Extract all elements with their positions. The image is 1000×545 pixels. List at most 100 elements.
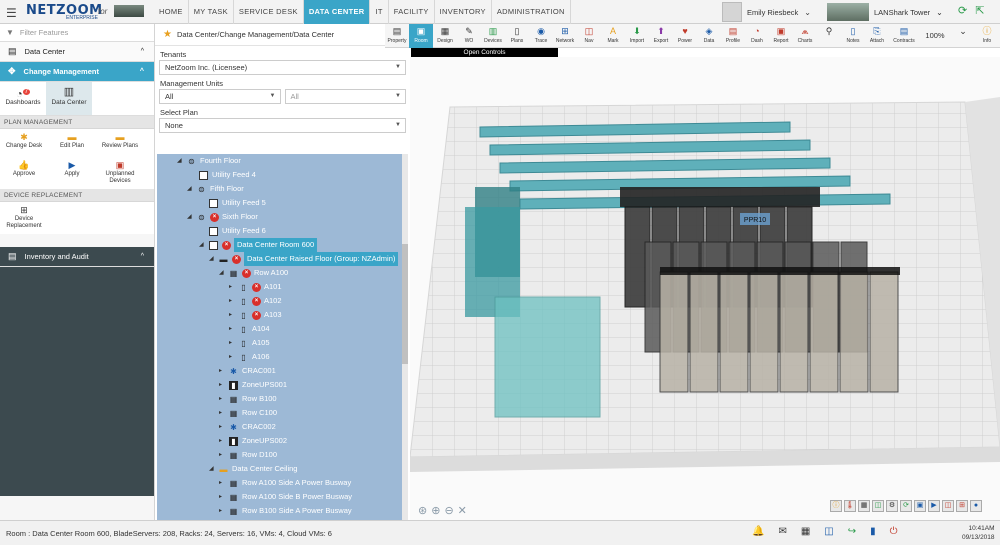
tile-data-center[interactable]: ▥ Data Center bbox=[46, 82, 92, 115]
room-3d-view[interactable]: PPR10 bbox=[410, 57, 1000, 520]
toolbar-dash[interactable]: ◔ Dash bbox=[745, 24, 769, 48]
management-unit-select-1[interactable]: All ▼ bbox=[159, 89, 281, 104]
management-unit-select-2[interactable]: All ▼ bbox=[284, 89, 406, 104]
bell-icon[interactable]: 🔔 bbox=[752, 526, 764, 537]
nav-administration[interactable]: ADMINISTRATION bbox=[492, 0, 571, 24]
expand-icon[interactable]: ▸ bbox=[219, 378, 229, 392]
toolbar-mark[interactable]: A Mark bbox=[601, 24, 625, 48]
expand-icon[interactable]: ▸ bbox=[229, 336, 239, 350]
zoom-out-icon[interactable]: ⊖ bbox=[444, 504, 453, 517]
tree-node[interactable]: ◢ ▬ × Data Center Raised Floor (Group: NZAd… bbox=[209, 252, 399, 266]
toolbar-data[interactable]: ◈ Data bbox=[697, 24, 721, 48]
toolbar-charts[interactable]: ⩕ Charts bbox=[793, 24, 817, 48]
menu-icon[interactable]: ☰ bbox=[6, 6, 17, 20]
tree-scrollbar[interactable] bbox=[402, 154, 408, 520]
nav-service-desk[interactable]: SERVICE DESK bbox=[234, 0, 304, 24]
refresh-icon[interactable]: ⟳ bbox=[958, 4, 967, 17]
save-icon[interactable]: ▣ bbox=[914, 500, 926, 512]
user-menu[interactable]: Emily Riesbeck ⌄ bbox=[722, 1, 827, 23]
expand-icon[interactable]: ▸ bbox=[219, 420, 229, 434]
tree-node[interactable]: ▸ ▦ Row A100 Side A Power Busway bbox=[219, 476, 351, 490]
unplanned-devices-button[interactable]: ▣ Unplanned Devices bbox=[96, 159, 144, 187]
quad-view-icon[interactable]: ⊞ bbox=[956, 500, 968, 512]
apply-button[interactable]: ▶ Apply bbox=[48, 159, 96, 187]
expand-icon[interactable]: ▸ bbox=[229, 322, 239, 336]
toolbar-attach[interactable]: ⎘ Attach bbox=[865, 24, 889, 48]
expand-icon[interactable]: ▸ bbox=[219, 406, 229, 420]
change-desk-button[interactable]: ✱ Change Desk bbox=[0, 131, 48, 159]
tree-node[interactable]: ▸ ▮ ZoneUPS002 bbox=[219, 434, 287, 448]
tile-dashboards[interactable]: ◔ 7 Dashboards bbox=[0, 82, 46, 115]
tree-node[interactable]: ▸ ▯ A104 bbox=[229, 322, 270, 336]
collapse-icon[interactable]: ◢ bbox=[199, 238, 209, 252]
room-3d-scene[interactable]: PPR10 bbox=[410, 57, 1000, 520]
tree-node[interactable]: ▸ ✱ CRAC001 bbox=[219, 364, 276, 378]
tree-node[interactable]: Utility Feed 4 bbox=[199, 168, 256, 182]
toolbar-property[interactable]: ▤ Property bbox=[385, 24, 409, 48]
review-plans-button[interactable]: ▬ Review Plans bbox=[96, 131, 144, 159]
mail-icon[interactable]: ✉ bbox=[778, 526, 786, 537]
expand-icon[interactable]: ▸ bbox=[219, 448, 229, 462]
toolbar-trace[interactable]: ◉ Trace bbox=[529, 24, 553, 48]
toolbar-network[interactable]: ⊞ Network bbox=[553, 24, 577, 48]
toolbar-export[interactable]: ⬆ Export bbox=[649, 24, 673, 48]
settings-icon[interactable]: ⚙ bbox=[886, 500, 898, 512]
filter-features[interactable]: ▼ Filter Features bbox=[0, 24, 154, 42]
tenants-select[interactable]: NetZoom Inc. (Licensee) ▼ bbox=[159, 60, 406, 75]
toolbar-search[interactable]: ⚲ bbox=[817, 24, 841, 48]
nav-my-task[interactable]: MY TASK bbox=[189, 0, 234, 24]
toolbar-info[interactable]: ⓘ Info bbox=[975, 24, 999, 48]
tree-node[interactable]: ◢ ▬ Data Center Ceiling bbox=[209, 462, 297, 476]
reset-view-icon[interactable]: ✕ bbox=[458, 504, 467, 517]
edit-plan-button[interactable]: ▬ Edit Plan bbox=[48, 131, 96, 159]
expand-icon[interactable]: ▸ bbox=[229, 280, 239, 294]
toolbar-plans[interactable]: ▯ Plans bbox=[505, 24, 529, 48]
user-icon[interactable]: ● bbox=[970, 500, 982, 512]
collapse-icon[interactable]: ◢ bbox=[209, 462, 219, 476]
expand-icon[interactable]: ⇱ bbox=[975, 4, 984, 17]
zoom-select[interactable]: 100% bbox=[919, 24, 951, 47]
select-plan-select[interactable]: None ▼ bbox=[159, 118, 406, 133]
zoom-dropdown[interactable]: ⌄ bbox=[951, 24, 975, 48]
tree-node[interactable]: ◢ ⊜ Fifth Floor bbox=[187, 182, 244, 196]
split-view-icon[interactable]: ◫ bbox=[942, 500, 954, 512]
toolbar-profile[interactable]: ▤ Profile bbox=[721, 24, 745, 48]
toolbar-notes[interactable]: ▯ Notes bbox=[841, 24, 865, 48]
tree-node[interactable]: ▸ ▦ Row A100 Side B Power Busway bbox=[219, 490, 352, 504]
tree-node[interactable]: ▸ ▦ Row C100 bbox=[219, 406, 277, 420]
app-logo[interactable]: NETZOOM ENTERPRISE for bbox=[26, 3, 154, 21]
toolbar-power[interactable]: ♥ Power bbox=[673, 24, 697, 48]
site-selector[interactable]: LANShark Tower ⌄ bbox=[827, 1, 957, 23]
expand-icon[interactable]: ▸ bbox=[219, 490, 229, 504]
toolbar-nav[interactable]: ◫ Nav bbox=[577, 24, 601, 48]
tree-node[interactable]: ▸ ▯ × A103 bbox=[229, 308, 282, 322]
power-icon[interactable]: ⏻ bbox=[890, 526, 898, 537]
tree-node[interactable]: ▸ ▦ Row D100 bbox=[219, 448, 277, 462]
scrollbar-thumb[interactable] bbox=[402, 244, 408, 364]
collapse-icon[interactable]: ◢ bbox=[187, 210, 197, 224]
nav-facility[interactable]: FACILITY bbox=[389, 0, 435, 24]
tree-node[interactable]: ▸ ▯ × A102 bbox=[229, 294, 282, 308]
tree-node[interactable]: ▸ ▯ A106 bbox=[229, 350, 270, 364]
share-icon[interactable]: ↪ bbox=[848, 526, 856, 537]
expand-icon[interactable]: ▸ bbox=[229, 294, 239, 308]
mouse-icon[interactable]: ▮ bbox=[870, 526, 876, 537]
layers-icon[interactable]: ◫ bbox=[872, 500, 884, 512]
tree-node[interactable]: ▸ ▮ ZoneUPS001 bbox=[219, 378, 287, 392]
grid-icon[interactable]: ▦ bbox=[858, 500, 870, 512]
collapse-icon[interactable]: ◢ bbox=[219, 266, 229, 280]
sidebar-change-management[interactable]: ✥ Change Management ^ bbox=[0, 62, 154, 82]
collapse-icon[interactable]: ◢ bbox=[209, 252, 219, 266]
toolbar-contracts[interactable]: ▤ Contracts bbox=[889, 24, 919, 48]
tree-node[interactable]: Utility Feed 6 bbox=[209, 224, 266, 238]
toolbar-design[interactable]: ▦ Design bbox=[433, 24, 457, 48]
expand-icon[interactable]: ▸ bbox=[229, 308, 239, 322]
nav-data-center[interactable]: DATA CENTER bbox=[303, 0, 371, 24]
nav-it[interactable]: IT bbox=[370, 0, 389, 24]
tree-node[interactable]: ▸ ▯ × A101 bbox=[229, 280, 282, 294]
collapse-icon[interactable]: ◢ bbox=[177, 154, 187, 168]
tree-node[interactable]: ◢ ▦ × Row A100 bbox=[219, 266, 288, 280]
star-icon[interactable]: ★ bbox=[163, 29, 172, 40]
temperature-icon[interactable]: 🌡 bbox=[844, 500, 856, 512]
nav-inventory[interactable]: INVENTORY bbox=[435, 0, 492, 24]
